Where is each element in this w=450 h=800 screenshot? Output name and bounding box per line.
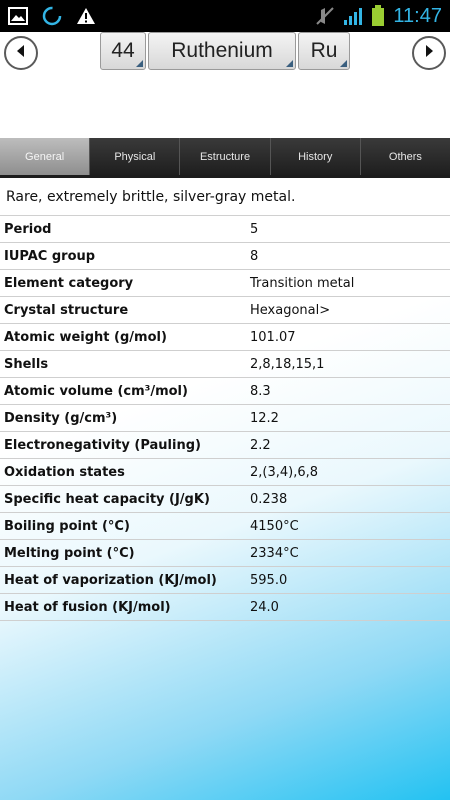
element-name-spinner[interactable]: Ruthenium (148, 32, 296, 70)
element-header: 44 Ruthenium Ru (0, 32, 450, 138)
status-notifications (8, 6, 96, 26)
property-label: IUPAC group (4, 248, 96, 264)
property-value: 4150°C (250, 518, 299, 534)
tab-general[interactable]: General (0, 138, 91, 175)
property-row: Crystal structure Hexagonal> (0, 297, 450, 324)
property-row: Atomic volume (cm³/mol) 8.3 (0, 378, 450, 405)
tab-bar: General Physical Estructure History Othe… (0, 138, 450, 178)
property-value: 8 (250, 248, 259, 264)
chevron-right-icon (421, 43, 437, 63)
general-content: Rare, extremely brittle, silver-gray met… (0, 180, 450, 800)
tab-history[interactable]: History (270, 138, 361, 175)
property-row: Electronegativity (Pauling) 2.2 (0, 432, 450, 459)
property-row: IUPAC group 8 (0, 243, 450, 270)
property-row: Density (g/cm³) 12.2 (0, 405, 450, 432)
property-label: Boiling point (°C) (4, 518, 130, 534)
status-time: 11:47 (393, 4, 442, 27)
property-value: 2.2 (250, 437, 271, 453)
property-value: 0.238 (250, 491, 288, 507)
signal-icon (343, 6, 363, 26)
warning-icon (76, 7, 96, 25)
property-label: Electronegativity (Pauling) (4, 437, 201, 453)
property-label: Atomic volume (cm³/mol) (4, 383, 188, 399)
tab-estructure[interactable]: Estructure (180, 138, 271, 175)
property-label: Atomic weight (g/mol) (4, 329, 167, 345)
status-system: 11:47 (315, 5, 442, 28)
chevron-left-icon (13, 43, 29, 63)
property-label: Melting point (°C) (4, 545, 135, 561)
property-value: 24.0 (250, 599, 279, 615)
property-row: Atomic weight (g/mol) 101.07 (0, 324, 450, 351)
property-row: Specific heat capacity (J/gK) 0.238 (0, 486, 450, 513)
property-label: Heat of vaporization (KJ/mol) (4, 572, 217, 588)
property-value: 12.2 (250, 410, 279, 426)
property-label: Crystal structure (4, 302, 129, 318)
property-row: Element category Transition metal (0, 270, 450, 297)
property-label: Shells (4, 356, 49, 372)
property-value: 8.3 (250, 383, 271, 399)
mute-icon (315, 6, 335, 26)
tab-physical[interactable]: Physical (90, 138, 181, 175)
property-row: Heat of vaporization (KJ/mol) 595.0 (0, 567, 450, 594)
property-label: Oxidation states (4, 464, 125, 480)
property-value: 5 (250, 221, 259, 237)
property-row: Period 5 (0, 216, 450, 243)
atomic-number-spinner[interactable]: 44 (100, 32, 146, 70)
property-value: 101.07 (250, 329, 296, 345)
next-element-button[interactable] (412, 36, 446, 70)
property-label: Period (4, 221, 52, 237)
properties-table: Period 5 IUPAC group 8 Element category Tra… (0, 216, 450, 621)
property-label: Element category (4, 275, 134, 291)
image-icon (8, 7, 28, 25)
property-label: Heat of fusion (KJ/mol) (4, 599, 171, 615)
property-label: Specific heat capacity (J/gK) (4, 491, 210, 507)
element-symbol-spinner[interactable]: Ru (298, 32, 350, 70)
battery-icon (371, 5, 385, 27)
property-row: Heat of fusion (KJ/mol) 24.0 (0, 594, 450, 621)
property-value: 2,(3,4),6,8 (250, 464, 319, 480)
property-value: Hexagonal> (250, 302, 331, 318)
property-value: 2,8,18,15,1 (250, 356, 325, 372)
property-row: Melting point (°C) 2334°C (0, 540, 450, 567)
property-value: Transition metal (250, 275, 355, 291)
property-label: Density (g/cm³) (4, 410, 118, 426)
property-row: Oxidation states 2,(3,4),6,8 (0, 459, 450, 486)
element-description: Rare, extremely brittle, silver-gray met… (0, 180, 450, 216)
property-value: 2334°C (250, 545, 299, 561)
property-row: Shells 2,8,18,15,1 (0, 351, 450, 378)
tab-others[interactable]: Others (360, 138, 450, 175)
property-row: Boiling point (°C) 4150°C (0, 513, 450, 540)
previous-element-button[interactable] (4, 36, 38, 70)
sync-icon (42, 6, 62, 26)
property-value: 595.0 (250, 572, 288, 588)
status-bar: 11:47 (0, 0, 450, 32)
